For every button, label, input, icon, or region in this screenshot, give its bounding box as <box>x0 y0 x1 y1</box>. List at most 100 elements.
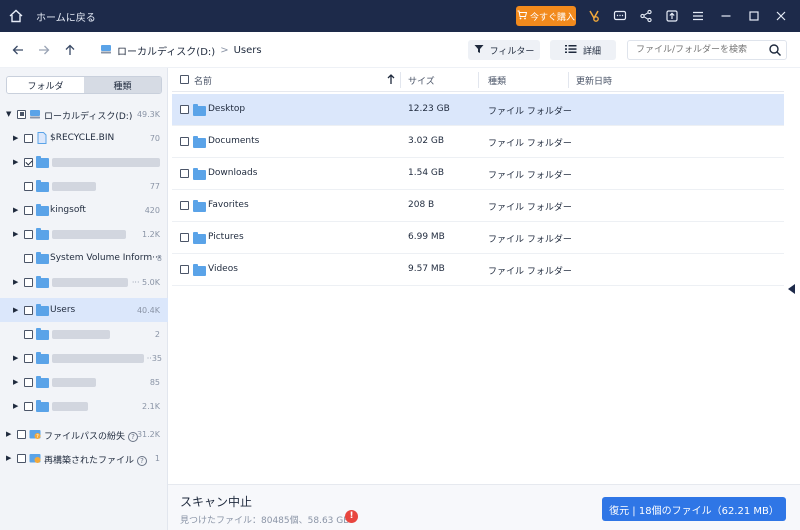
export-icon[interactable] <box>664 8 680 24</box>
search-icon[interactable] <box>768 43 782 57</box>
breadcrumb-drive[interactable]: ローカルディスク(D:) <box>117 43 215 58</box>
row-checkbox[interactable] <box>180 233 189 242</box>
tab-type[interactable]: 種類 <box>84 77 161 93</box>
column-divider[interactable] <box>568 72 569 88</box>
tree-checkbox[interactable] <box>24 205 33 215</box>
breadcrumb-users[interactable]: Users <box>234 45 262 56</box>
table-row[interactable]: Desktop 12.23 GB ファイル フォルダー <box>172 94 784 126</box>
tree-item-lost-path[interactable]: ▶ ? ファイルパスの紛失? 31.2K <box>0 422 168 446</box>
table-row[interactable]: Documents 3.02 GB ファイル フォルダー <box>172 126 784 158</box>
home-icon[interactable] <box>8 8 24 24</box>
share-icon[interactable] <box>638 8 654 24</box>
back-arrow-icon[interactable] <box>10 42 26 58</box>
row-checkbox[interactable] <box>180 265 189 274</box>
column-type[interactable]: 種類 <box>488 74 506 87</box>
tab-folder[interactable]: フォルダ <box>7 77 84 93</box>
minimize-icon[interactable] <box>718 8 734 24</box>
tree-checkbox[interactable] <box>24 133 33 143</box>
tree-count: 2.1K <box>142 402 160 411</box>
expand-right-icon[interactable]: ▶ <box>13 158 18 166</box>
tree-item-folder[interactable]: ▶ 2.1K <box>0 394 168 418</box>
expand-right-icon[interactable]: ▶ <box>6 430 11 438</box>
tree-item-system-volume-information[interactable]: System Volume Inform··· 8 <box>0 246 168 270</box>
tree-item-drive[interactable]: ▼ ローカルディスク(D:) 49.3K <box>0 102 168 126</box>
tree-item-folder[interactable]: ▶ 85 <box>0 370 168 394</box>
row-checkbox[interactable] <box>180 169 189 178</box>
back-to-home-link[interactable]: ホームに戻る <box>36 9 96 24</box>
tree-checkbox[interactable] <box>24 229 33 239</box>
tree-checkbox[interactable] <box>24 353 33 363</box>
select-all-checkbox[interactable] <box>180 75 189 84</box>
tree-item-recycle-bin[interactable]: ▶ $RECYCLE.BIN 70 <box>0 126 168 150</box>
expand-down-icon[interactable]: ▼ <box>6 110 11 118</box>
folder-icon <box>193 168 206 180</box>
expand-right-icon[interactable]: ▶ <box>13 402 18 410</box>
tree-item-folder[interactable]: 2 <box>0 322 168 346</box>
table-row[interactable]: Pictures 6.99 MB ファイル フォルダー <box>172 222 784 254</box>
table-row[interactable]: Favorites 208 B ファイル フォルダー <box>172 190 784 222</box>
tree-checkbox[interactable] <box>24 181 33 191</box>
warning-icon[interactable]: ! <box>345 510 358 523</box>
tree-checkbox[interactable] <box>17 453 26 463</box>
tree-item-users[interactable]: ▶ Users 40.4K <box>0 298 168 322</box>
expand-right-icon[interactable]: ▶ <box>13 134 18 142</box>
expand-right-icon[interactable]: ▶ <box>6 454 11 462</box>
expand-right-icon[interactable]: ▶ <box>13 278 18 286</box>
tree-checkbox[interactable] <box>24 253 33 263</box>
tree-item-kingsoft[interactable]: ▶ kingsoft 420 <box>0 198 168 222</box>
close-icon[interactable] <box>773 8 789 24</box>
tree-item-folder[interactable]: ▶ 1.2K <box>0 222 168 246</box>
help-icon[interactable]: ? <box>137 456 148 466</box>
table-row[interactable]: Downloads 1.54 GB ファイル フォルダー <box>172 158 784 190</box>
expand-right-icon[interactable]: ▶ <box>13 230 18 238</box>
column-size[interactable]: サイズ <box>408 74 435 87</box>
table-row[interactable]: Videos 9.57 MB ファイル フォルダー <box>172 254 784 286</box>
tree-checkbox[interactable] <box>17 109 26 119</box>
maximize-icon[interactable] <box>746 8 762 24</box>
tree-checkbox[interactable] <box>24 329 33 339</box>
chat-icon[interactable] <box>612 8 628 24</box>
collapse-panel-arrow-icon[interactable] <box>788 284 795 294</box>
tree-checkbox[interactable] <box>24 401 33 411</box>
forward-arrow-icon[interactable] <box>36 42 52 58</box>
tree-item-folder[interactable]: ▶ ··35 <box>0 346 168 370</box>
tree-checkbox[interactable] <box>24 305 33 315</box>
tree-item-folder[interactable]: 77 <box>0 174 168 198</box>
column-divider[interactable] <box>400 72 401 88</box>
details-button[interactable]: 詳細 <box>550 40 616 60</box>
title-bar: ホームに戻る 今すぐ購入 <box>0 0 800 32</box>
discount-icon[interactable] <box>586 8 602 24</box>
tree-label: ファイルパスの紛失? <box>44 429 139 442</box>
tree-label: $RECYCLE.BIN <box>50 133 115 143</box>
tree-checkbox[interactable] <box>17 429 26 439</box>
tree-count: ··35 <box>146 354 162 363</box>
expand-right-icon[interactable]: ▶ <box>13 306 18 314</box>
menu-icon[interactable] <box>690 8 706 24</box>
recover-button[interactable]: 復元 | 18個のファイル（62.21 MB） <box>602 497 786 521</box>
tree-checkbox[interactable] <box>24 277 33 287</box>
column-divider[interactable] <box>478 72 479 88</box>
sort-up-arrow-icon[interactable] <box>386 73 396 88</box>
folder-icon <box>193 264 206 276</box>
expand-right-icon[interactable]: ▶ <box>13 354 18 362</box>
search-input[interactable] <box>636 41 766 59</box>
tree-item-folder[interactable]: ▶ <box>0 150 168 174</box>
buy-now-button[interactable]: 今すぐ購入 <box>516 6 576 26</box>
expand-right-icon[interactable]: ▶ <box>13 378 18 386</box>
column-modified[interactable]: 更新日時 <box>576 74 612 87</box>
tree-item-reconstructed[interactable]: ▶ 再構築されたファイル? 1 <box>0 446 168 470</box>
tree-checkbox[interactable] <box>24 157 33 167</box>
row-checkbox[interactable] <box>180 137 189 146</box>
column-name[interactable]: 名前 <box>194 74 212 87</box>
expand-right-icon[interactable]: ▶ <box>13 206 18 214</box>
row-checkbox[interactable] <box>180 105 189 114</box>
row-checkbox[interactable] <box>180 201 189 210</box>
up-arrow-icon[interactable] <box>62 42 78 58</box>
file-type: ファイル フォルダー <box>488 203 572 213</box>
tree-item-folder[interactable]: ▶ ··· 5.0K <box>0 270 168 294</box>
tree-checkbox[interactable] <box>24 377 33 387</box>
folder-icon <box>36 228 49 240</box>
filter-button[interactable]: フィルター <box>468 40 540 60</box>
file-size: 1.54 GB <box>408 168 445 178</box>
file-name: Videos <box>208 264 238 274</box>
